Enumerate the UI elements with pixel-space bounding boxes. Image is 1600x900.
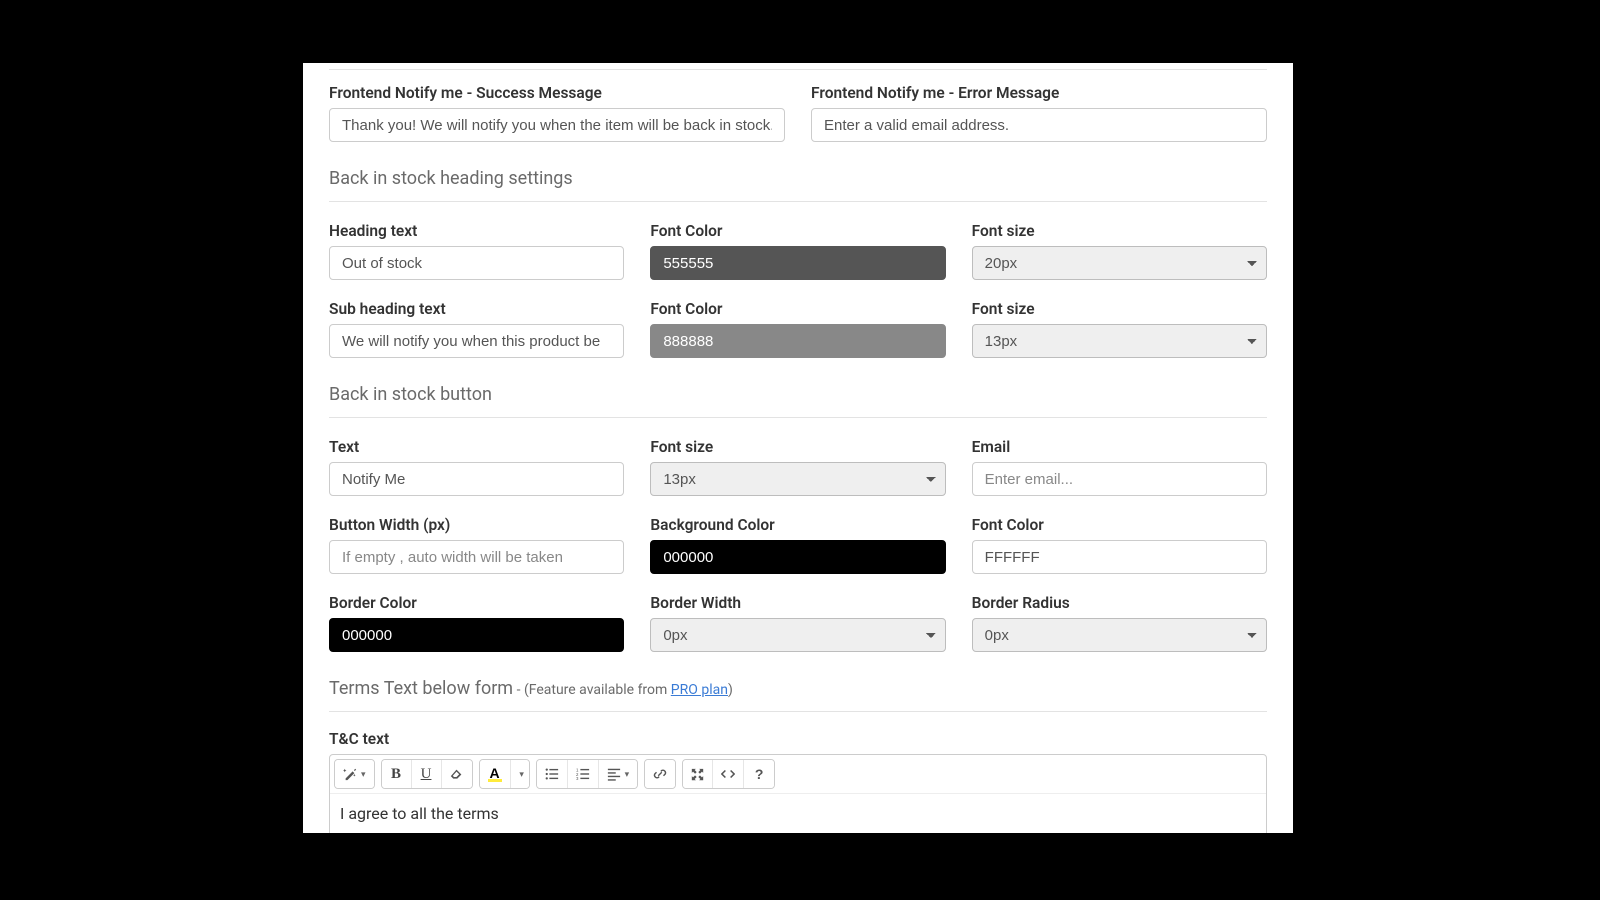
subheading-text-label: Sub heading text xyxy=(329,300,624,318)
ordered-list-button[interactable]: 123 xyxy=(568,760,599,788)
bg-color-label: Background Color xyxy=(650,516,945,534)
link-icon xyxy=(653,767,667,781)
underline-button[interactable]: U xyxy=(412,760,442,788)
notify-row: Frontend Notify me - Success Message Fro… xyxy=(329,84,1267,142)
border-width-select[interactable]: 0px xyxy=(650,618,945,652)
border-width-label: Border Width xyxy=(650,594,945,612)
list-ol-icon: 123 xyxy=(576,767,590,781)
terms-note-close: ) xyxy=(728,682,733,698)
button-row-1: Text Font size 13px Email xyxy=(329,438,1267,496)
svg-text:3: 3 xyxy=(576,776,579,781)
caret-down-icon: ▾ xyxy=(361,769,366,780)
border-radius-label: Border Radius xyxy=(972,594,1267,612)
button-font-size-label: Font size xyxy=(650,438,945,456)
border-color-label: Border Color xyxy=(329,594,624,612)
button-text-label: Text xyxy=(329,438,624,456)
clear-format-button[interactable] xyxy=(442,760,472,788)
heading-row-1: Heading text Font Color Font size 20px xyxy=(329,222,1267,280)
caret-down-icon: ▾ xyxy=(625,769,630,780)
error-msg-input[interactable] xyxy=(811,108,1267,142)
magic-wand-icon xyxy=(343,767,357,781)
success-msg-label: Frontend Notify me - Success Message xyxy=(329,84,785,102)
subheading-text-input[interactable] xyxy=(329,324,624,358)
fullscreen-button[interactable] xyxy=(683,760,713,788)
email-input[interactable] xyxy=(972,462,1267,496)
button-width-input[interactable] xyxy=(329,540,624,574)
subheading-font-color-label: Font Color xyxy=(650,300,945,318)
button-font-color-label: Font Color xyxy=(972,516,1267,534)
button-font-size-select[interactable]: 13px xyxy=(650,462,945,496)
divider xyxy=(329,711,1267,712)
email-label: Email xyxy=(972,438,1267,456)
caret-down-icon: ▾ xyxy=(519,769,524,780)
divider xyxy=(329,417,1267,418)
heading-font-size-select[interactable]: 20px xyxy=(972,246,1267,280)
heading-font-size-label: Font size xyxy=(972,222,1267,240)
editor-toolbar: ▾ B U A ▾ xyxy=(330,755,1266,794)
button-row-2: Button Width (px) Background Color Font … xyxy=(329,516,1267,574)
fullscreen-icon xyxy=(691,768,704,781)
code-view-button[interactable] xyxy=(713,760,744,788)
paragraph-align-button[interactable]: ▾ xyxy=(599,760,638,788)
border-color-input[interactable] xyxy=(329,618,624,652)
button-row-3: Border Color Border Width 0px Border Rad… xyxy=(329,594,1267,652)
subheading-font-size-label: Font size xyxy=(972,300,1267,318)
heading-text-label: Heading text xyxy=(329,222,624,240)
heading-font-color-label: Font Color xyxy=(650,222,945,240)
help-button[interactable]: ? xyxy=(744,760,774,788)
heading-font-color-input[interactable] xyxy=(650,246,945,280)
divider xyxy=(329,201,1267,202)
help-icon: ? xyxy=(755,766,764,782)
text-color-caret-button[interactable]: ▾ xyxy=(511,760,529,788)
unordered-list-button[interactable] xyxy=(537,760,568,788)
terms-dash: - xyxy=(513,682,524,698)
bg-color-input[interactable] xyxy=(650,540,945,574)
heading-section-title: Back in stock heading settings xyxy=(329,168,1267,189)
code-icon xyxy=(721,767,735,781)
terms-note-text: Feature available from xyxy=(529,682,671,698)
error-msg-label: Frontend Notify me - Error Message xyxy=(811,84,1267,102)
tc-text-label: T&C text xyxy=(329,730,389,748)
subheading-font-color-input[interactable] xyxy=(650,324,945,358)
button-section-title: Back in stock button xyxy=(329,384,1267,405)
eraser-icon xyxy=(450,768,463,781)
button-font-color-input[interactable] xyxy=(972,540,1267,574)
subheading-font-size-select[interactable]: 13px xyxy=(972,324,1267,358)
editor-content[interactable]: I agree to all the terms xyxy=(330,794,1266,833)
bold-button[interactable]: B xyxy=(382,760,412,788)
settings-panel: Frontend Notify me - Success Message Fro… xyxy=(303,63,1293,833)
button-width-label: Button Width (px) xyxy=(329,516,624,534)
border-radius-select[interactable]: 0px xyxy=(972,618,1267,652)
button-text-input[interactable] xyxy=(329,462,624,496)
success-msg-input[interactable] xyxy=(329,108,785,142)
magic-style-button[interactable]: ▾ xyxy=(335,760,374,788)
link-button[interactable] xyxy=(645,760,675,788)
heading-row-2: Sub heading text Font Color Font size 13… xyxy=(329,300,1267,358)
list-ul-icon xyxy=(545,767,559,781)
heading-text-input[interactable] xyxy=(329,246,624,280)
pro-plan-link[interactable]: PRO plan xyxy=(671,682,728,698)
align-left-icon xyxy=(607,767,621,781)
text-color-button[interactable]: A xyxy=(480,760,511,788)
rich-text-editor: ▾ B U A ▾ xyxy=(329,754,1267,833)
terms-title-text: Terms Text below form xyxy=(329,678,513,699)
terms-section-title: Terms Text below form - (Feature availab… xyxy=(329,678,1267,699)
